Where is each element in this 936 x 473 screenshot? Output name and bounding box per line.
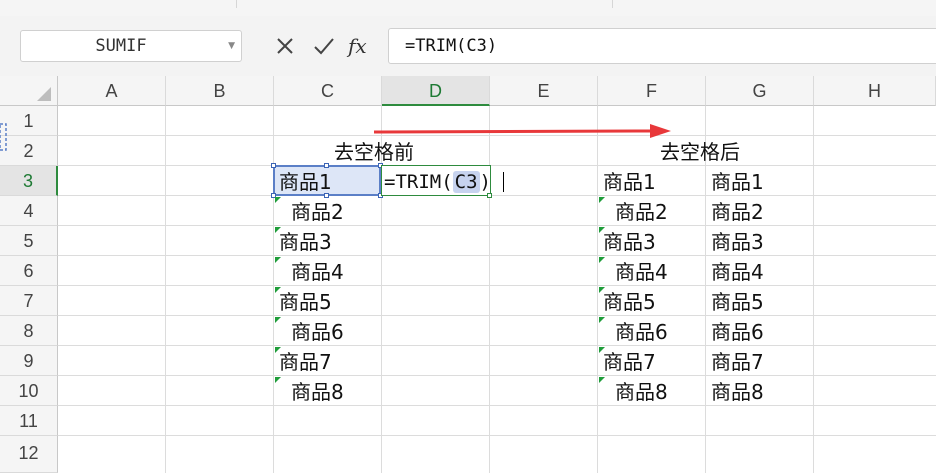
cell-c7[interactable]: 商品5 bbox=[279, 287, 332, 317]
cell-c3[interactable]: 商品1 bbox=[279, 167, 332, 197]
error-indicator-icon[interactable] bbox=[599, 317, 605, 323]
column-header-f[interactable]: F bbox=[598, 76, 706, 106]
cell-g9[interactable]: 商品7 bbox=[711, 347, 764, 377]
formula-prefix: =TRIM( bbox=[384, 171, 453, 193]
row-header-8[interactable]: 8 bbox=[0, 316, 58, 346]
column-header-e[interactable]: E bbox=[490, 76, 598, 106]
cell-f9[interactable]: 商品7 bbox=[603, 347, 656, 377]
cell-c6[interactable]: 商品4 bbox=[291, 257, 344, 287]
column-header-c[interactable]: C bbox=[274, 76, 382, 106]
strip-segment bbox=[0, 0, 237, 8]
formula-bar: SUMIF ▼ fx =TRIM(C3) bbox=[0, 16, 936, 76]
red-arrow-icon bbox=[373, 124, 671, 138]
cell-g3[interactable]: 商品1 bbox=[711, 167, 764, 197]
formula-text: =TRIM(C3) bbox=[405, 36, 498, 56]
cell-grid[interactable] bbox=[58, 106, 936, 473]
strip-segment bbox=[236, 0, 613, 8]
title-strip bbox=[0, 0, 936, 17]
chevron-down-icon[interactable]: ▼ bbox=[228, 31, 235, 61]
cell-g6[interactable]: 商品4 bbox=[711, 257, 764, 287]
select-all-corner[interactable] bbox=[0, 76, 58, 106]
row-header-12[interactable]: 12 bbox=[0, 436, 58, 473]
row-header-10[interactable]: 10 bbox=[0, 376, 58, 406]
row-header-7[interactable]: 7 bbox=[0, 286, 58, 316]
cell-c8[interactable]: 商品6 bbox=[291, 317, 344, 347]
cell-g5[interactable]: 商品3 bbox=[711, 227, 764, 257]
header-after[interactable]: 去空格后 bbox=[660, 137, 740, 167]
cell-f7[interactable]: 商品5 bbox=[603, 287, 656, 317]
check-icon bbox=[314, 38, 334, 55]
x-icon bbox=[277, 38, 293, 54]
cell-f3[interactable]: 商品1 bbox=[603, 167, 656, 197]
row-header-4[interactable]: 4 bbox=[0, 196, 58, 226]
column-header-b[interactable]: B bbox=[166, 76, 274, 106]
confirm-button[interactable] bbox=[309, 30, 339, 62]
cancel-button[interactable] bbox=[270, 30, 300, 62]
insert-function-button[interactable]: fx bbox=[348, 30, 367, 62]
cell-f5[interactable]: 商品3 bbox=[603, 227, 656, 257]
name-box[interactable]: SUMIF ▼ bbox=[20, 30, 242, 62]
error-indicator-icon[interactable] bbox=[599, 197, 605, 203]
column-header-d[interactable]: D bbox=[382, 76, 490, 106]
column-header-a[interactable]: A bbox=[58, 76, 166, 106]
cell-c4[interactable]: 商品2 bbox=[291, 197, 344, 227]
row-header-5[interactable]: 5 bbox=[0, 226, 58, 256]
name-box-value: SUMIF bbox=[95, 36, 147, 56]
cell-g7[interactable]: 商品5 bbox=[711, 287, 764, 317]
selection-handle[interactable] bbox=[271, 163, 276, 168]
cell-g10[interactable]: 商品8 bbox=[711, 377, 764, 407]
error-indicator-icon[interactable] bbox=[275, 317, 281, 323]
cell-g4[interactable]: 商品2 bbox=[711, 197, 764, 227]
error-indicator-icon[interactable] bbox=[599, 377, 605, 383]
header-before[interactable]: 去空格前 bbox=[334, 137, 414, 167]
pane-edge-marker bbox=[0, 123, 7, 151]
cell-f6[interactable]: 商品4 bbox=[615, 257, 668, 287]
cell-d3-formula[interactable]: =TRIM(C3) bbox=[384, 167, 491, 197]
formula-suffix: ) bbox=[479, 171, 491, 193]
formula-reference: C3 bbox=[452, 171, 480, 193]
cell-c5[interactable]: 商品3 bbox=[279, 227, 332, 257]
error-indicator-icon[interactable] bbox=[599, 257, 605, 263]
column-header-g[interactable]: G bbox=[706, 76, 814, 106]
row-header-3[interactable]: 3 bbox=[0, 166, 58, 196]
column-header-h[interactable]: H bbox=[814, 76, 936, 106]
error-indicator-icon[interactable] bbox=[275, 257, 281, 263]
cell-c9[interactable]: 商品7 bbox=[279, 347, 332, 377]
cell-f8[interactable]: 商品6 bbox=[615, 317, 668, 347]
text-caret bbox=[503, 172, 504, 192]
cell-c10[interactable]: 商品8 bbox=[291, 377, 344, 407]
formula-input[interactable]: =TRIM(C3) bbox=[388, 28, 936, 64]
cell-f10[interactable]: 商品8 bbox=[615, 377, 668, 407]
cell-f4[interactable]: 商品2 bbox=[615, 197, 668, 227]
error-indicator-icon[interactable] bbox=[275, 377, 281, 383]
row-header-9[interactable]: 9 bbox=[0, 346, 58, 376]
error-indicator-icon[interactable] bbox=[275, 197, 281, 203]
row-header-6[interactable]: 6 bbox=[0, 256, 58, 286]
cell-g8[interactable]: 商品6 bbox=[711, 317, 764, 347]
row-header-11[interactable]: 11 bbox=[0, 406, 58, 436]
